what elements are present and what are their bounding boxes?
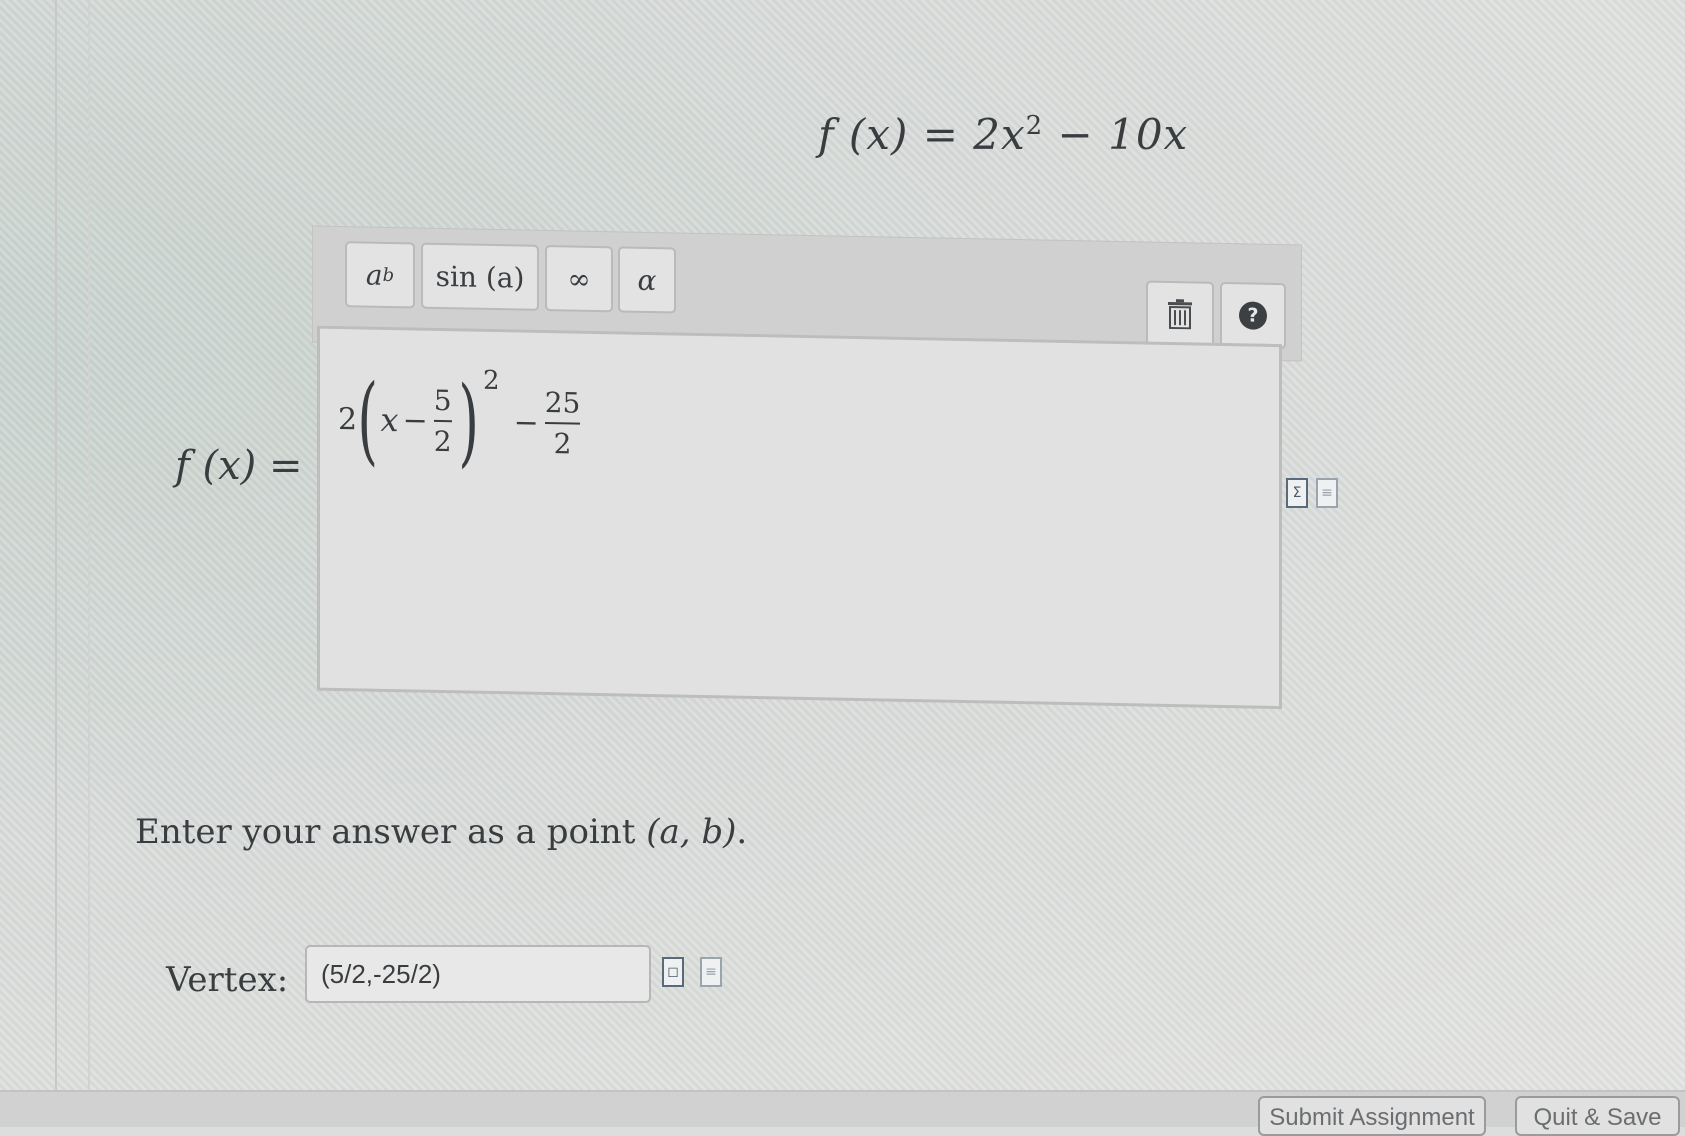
- coefficient: 2: [338, 401, 358, 437]
- minus-sign-2: −: [513, 404, 539, 441]
- help-button[interactable]: ?: [1220, 281, 1286, 350]
- variable-x: x: [380, 400, 399, 440]
- function-rhs: − 10x: [1043, 110, 1189, 159]
- math-editor: ab sin (a) ∞ α ? 2 ( x − 5 2) 2 − 25 2: [312, 225, 1302, 715]
- frac1-denominator: 2: [433, 424, 452, 459]
- right-paren: ): [457, 365, 479, 478]
- equation-preview-icon[interactable]: Σ: [1286, 478, 1308, 508]
- page-border: [55, 0, 57, 1090]
- submit-assignment-button[interactable]: Submit Assignment: [1258, 1096, 1486, 1136]
- power-button[interactable]: ab: [345, 241, 415, 309]
- minus-sign: −: [402, 402, 428, 439]
- square-exponent: 2: [483, 365, 500, 397]
- function-exponent: 2: [1025, 111, 1044, 141]
- document-icon[interactable]: ≡: [1316, 478, 1338, 508]
- frac2-bar: [544, 421, 581, 425]
- frac1-numerator: 5: [433, 383, 452, 418]
- frac2-denominator: 2: [553, 427, 572, 461]
- vertex-side-icons: ◻ ≡: [662, 957, 722, 987]
- fraction-5-2: 5 2: [433, 383, 452, 459]
- instruction-end: .: [736, 812, 748, 852]
- frac1-bar: [433, 419, 452, 423]
- preview-icon[interactable]: ◻: [662, 957, 684, 987]
- page-border-inner: [88, 0, 90, 1090]
- answer-label: f (x) =: [175, 443, 303, 489]
- power-base: a: [365, 258, 383, 292]
- trash-icon: [1168, 299, 1192, 330]
- vertex-input[interactable]: (5/2,-25/2): [305, 945, 651, 1003]
- frac2-numerator: 25: [544, 385, 581, 420]
- function-definition: f (x) = 2x2 − 10x: [818, 110, 1188, 159]
- instruction-main: Enter your answer as a point: [135, 812, 647, 852]
- instruction-text: Enter your answer as a point (a, b).: [135, 812, 747, 852]
- quit-save-button[interactable]: Quit & Save: [1515, 1096, 1680, 1136]
- left-paren: (: [357, 363, 379, 476]
- instruction-point: (a, b): [646, 812, 737, 852]
- document-icon[interactable]: ≡: [700, 957, 722, 987]
- answer-input-area[interactable]: 2 ( x − 5 2 ) 2 − 25 2: [317, 325, 1282, 710]
- sin-button[interactable]: sin (a): [421, 242, 539, 311]
- function-lhs: f (x) = 2x: [818, 110, 1026, 159]
- alpha-button[interactable]: α: [618, 246, 676, 314]
- answer-expression: 2 ( x − 5 2 ) 2 − 25 2: [338, 363, 586, 478]
- power-exp: b: [382, 264, 395, 286]
- answer-side-icons: Σ ≡: [1286, 478, 1338, 508]
- help-icon: ?: [1239, 301, 1267, 330]
- trash-button[interactable]: [1146, 280, 1214, 348]
- infinity-button[interactable]: ∞: [545, 244, 613, 313]
- fraction-25-2: 25 2: [544, 385, 581, 461]
- vertex-label: Vertex:: [166, 960, 289, 1000]
